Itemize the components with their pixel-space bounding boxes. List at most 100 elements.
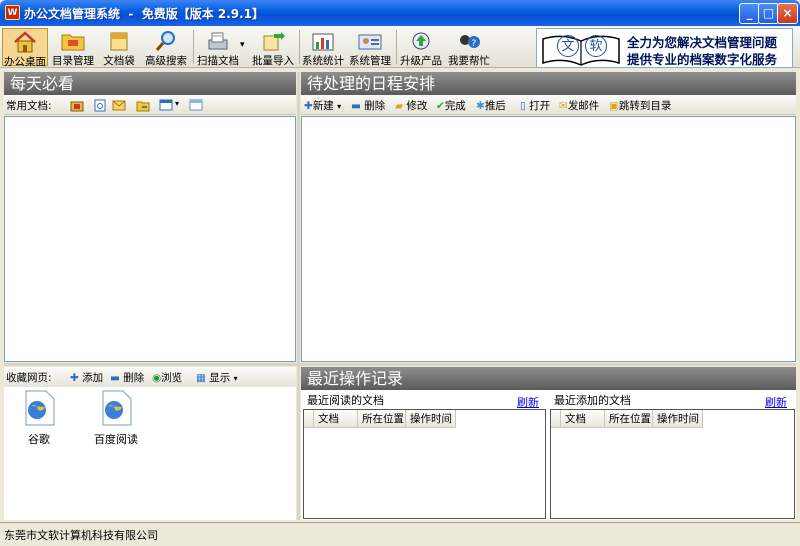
toolbar-separator — [299, 30, 300, 64]
toolbar-separator — [193, 30, 194, 64]
recent-added-table[interactable]: 文档 所在位置 操作时间 — [550, 409, 795, 519]
add-favorite-button[interactable]: ✚ 添加 — [70, 370, 103, 385]
toolbar-stats-button[interactable]: 系统统计 — [301, 28, 345, 67]
delete-schedule-button[interactable]: ▬ 删除 — [351, 98, 385, 113]
favorite-label: 谷歌 — [28, 433, 50, 446]
upgrade-icon — [412, 32, 430, 50]
view-dropdown-arrow[interactable]: ▾ — [175, 99, 179, 108]
toolbar-label: 升级产品 — [400, 55, 442, 67]
common-docs-toolbar: 常用文档: ▾ — [4, 95, 296, 115]
common-docs-area[interactable] — [4, 116, 296, 362]
calendar-icon[interactable] — [189, 99, 203, 111]
globe-icon: ◉ — [152, 372, 162, 384]
close-button[interactable]: × — [777, 3, 798, 24]
mail-icon[interactable] — [112, 100, 126, 111]
minus-icon: ▬ — [110, 372, 120, 384]
document-bag-icon — [110, 32, 128, 51]
maximize-button[interactable]: □ — [758, 3, 779, 24]
recent-read-table[interactable]: 文档 所在位置 操作时间 — [303, 409, 546, 519]
folder-open-icon[interactable] — [136, 99, 150, 112]
open-doc-icon: ▯ — [520, 100, 526, 112]
common-docs-label: 常用文档: — [6, 100, 52, 112]
plus-icon: ✚ — [304, 100, 313, 112]
minimize-button[interactable]: _ — [739, 3, 760, 24]
view-options-icon[interactable] — [159, 99, 173, 111]
open-doc-icon[interactable] — [70, 99, 84, 112]
recent-read-title: 最近阅读的文档 — [307, 394, 384, 407]
edit-schedule-button[interactable]: ▰ 修改 — [395, 98, 427, 113]
postpone-icon: ✱ — [476, 100, 485, 112]
favorite-item-google[interactable]: 谷歌 — [16, 390, 62, 447]
delete-favorite-button[interactable]: ▬ 删除 — [110, 370, 144, 385]
horizontal-splitter[interactable] — [4, 363, 796, 366]
favorite-label: 百度阅读 — [94, 433, 138, 446]
toolbar-scan-button[interactable]: 扫描文档 — [196, 28, 240, 67]
postpone-schedule-button[interactable]: ✱推后 — [476, 98, 506, 113]
toolbar-import-button[interactable]: 批量导入 — [250, 28, 296, 67]
column-header-time[interactable]: 操作时间 — [406, 410, 456, 428]
schedule-panel-header: 待处理的日程安排 — [301, 72, 796, 95]
svg-text:?: ? — [472, 39, 477, 49]
toolbar-admin-button[interactable]: 系统管理 — [347, 28, 393, 67]
recent-read-refresh-link[interactable]: 刷新 — [517, 394, 539, 410]
display-mode-button[interactable]: ▦ 显示 ▾ — [196, 370, 238, 385]
favorites-area: 谷歌 百度阅读 — [4, 387, 296, 520]
toolbar-help-button[interactable]: ? 我要帮忙 — [446, 28, 492, 67]
goto-directory-button[interactable]: ▣跳转到目录 — [609, 98, 671, 113]
logo-char-2: 软 — [585, 35, 607, 57]
recent-added-title: 最近添加的文档 — [554, 394, 631, 407]
admin-icon — [358, 34, 382, 50]
schedule-toolbar: ✚新建 ▾ ▬ 删除 ▰ 修改 ✔完成 ✱推后 ▯ 打开 ✉发邮件 ▣跳转到目录 — [301, 95, 796, 115]
toolbar-desktop-button[interactable]: 办公桌面 — [2, 28, 48, 68]
toolbar-separator — [396, 30, 397, 64]
new-schedule-button[interactable]: ✚新建 ▾ — [304, 98, 341, 113]
table-row-header-corner — [304, 410, 314, 428]
dropdown-arrow: ▾ — [337, 102, 342, 111]
toolbar-label: 办公桌面 — [4, 56, 46, 68]
title-bar[interactable]: W 办公文档管理系统 - 免费版【版本 2.9.1】 _ □ × — [0, 0, 800, 26]
import-icon — [263, 32, 285, 51]
column-header-location[interactable]: 所在位置 — [358, 410, 406, 428]
help-icon: ? — [460, 35, 480, 49]
toolbar-label: 文档袋 — [103, 55, 135, 67]
magnifier-icon — [155, 31, 175, 51]
toolbar-label: 系统统计 — [302, 55, 344, 67]
toolbar-label: 高级搜索 — [145, 55, 187, 67]
toolbar-upgrade-button[interactable]: 升级产品 — [398, 28, 444, 67]
web-favorite-icon — [102, 390, 132, 426]
toolbar-label: 扫描文档 — [197, 55, 239, 67]
column-header-doc[interactable]: 文档 — [314, 410, 358, 428]
scanner-icon — [208, 32, 228, 50]
recent-ops-header: 最近操作记录 — [301, 367, 796, 390]
check-icon: ✔ — [436, 100, 445, 112]
complete-schedule-button[interactable]: ✔完成 — [436, 98, 466, 113]
edit-icon: ▰ — [395, 100, 404, 112]
send-mail-button[interactable]: ✉发邮件 — [559, 98, 599, 113]
column-header-location[interactable]: 所在位置 — [605, 410, 653, 428]
folder-icon: ▣ — [609, 100, 619, 112]
column-header-doc[interactable]: 文档 — [561, 410, 605, 428]
book-logo-icon — [542, 35, 620, 66]
view-icon: ▦ — [196, 372, 206, 384]
folder-tree-icon — [61, 34, 85, 51]
company-name: 东莞市文软计算机科技有限公司 — [4, 529, 158, 542]
search-doc-icon[interactable] — [94, 99, 106, 112]
schedule-list[interactable] — [301, 116, 796, 362]
app-icon: W — [5, 5, 20, 20]
vertical-splitter[interactable] — [297, 72, 300, 520]
open-button[interactable]: ▯ 打开 — [520, 98, 550, 113]
home-icon — [14, 31, 36, 53]
promo-banner[interactable]: 文 软 全力为您解决文档管理问题 提供专业的档案数字化服务 — [536, 28, 793, 68]
daily-panel-header: 每天必看 — [4, 72, 296, 95]
browse-favorite-button[interactable]: ◉浏览 — [152, 370, 182, 385]
recent-added-refresh-link[interactable]: 刷新 — [765, 394, 787, 410]
toolbar-directory-button[interactable]: 目录管理 — [50, 28, 96, 67]
toolbar-docbag-button[interactable]: 文档袋 — [98, 28, 140, 67]
toolbar-search-button[interactable]: 高级搜索 — [143, 28, 189, 67]
column-header-time[interactable]: 操作时间 — [653, 410, 703, 428]
logo-char-1: 文 — [557, 35, 579, 57]
favorite-item-baidu-read[interactable]: 百度阅读 — [88, 390, 144, 447]
scan-dropdown-arrow[interactable]: ▾ — [240, 40, 245, 50]
plus-icon: ✚ — [70, 372, 79, 384]
bar-chart-icon — [312, 33, 334, 51]
